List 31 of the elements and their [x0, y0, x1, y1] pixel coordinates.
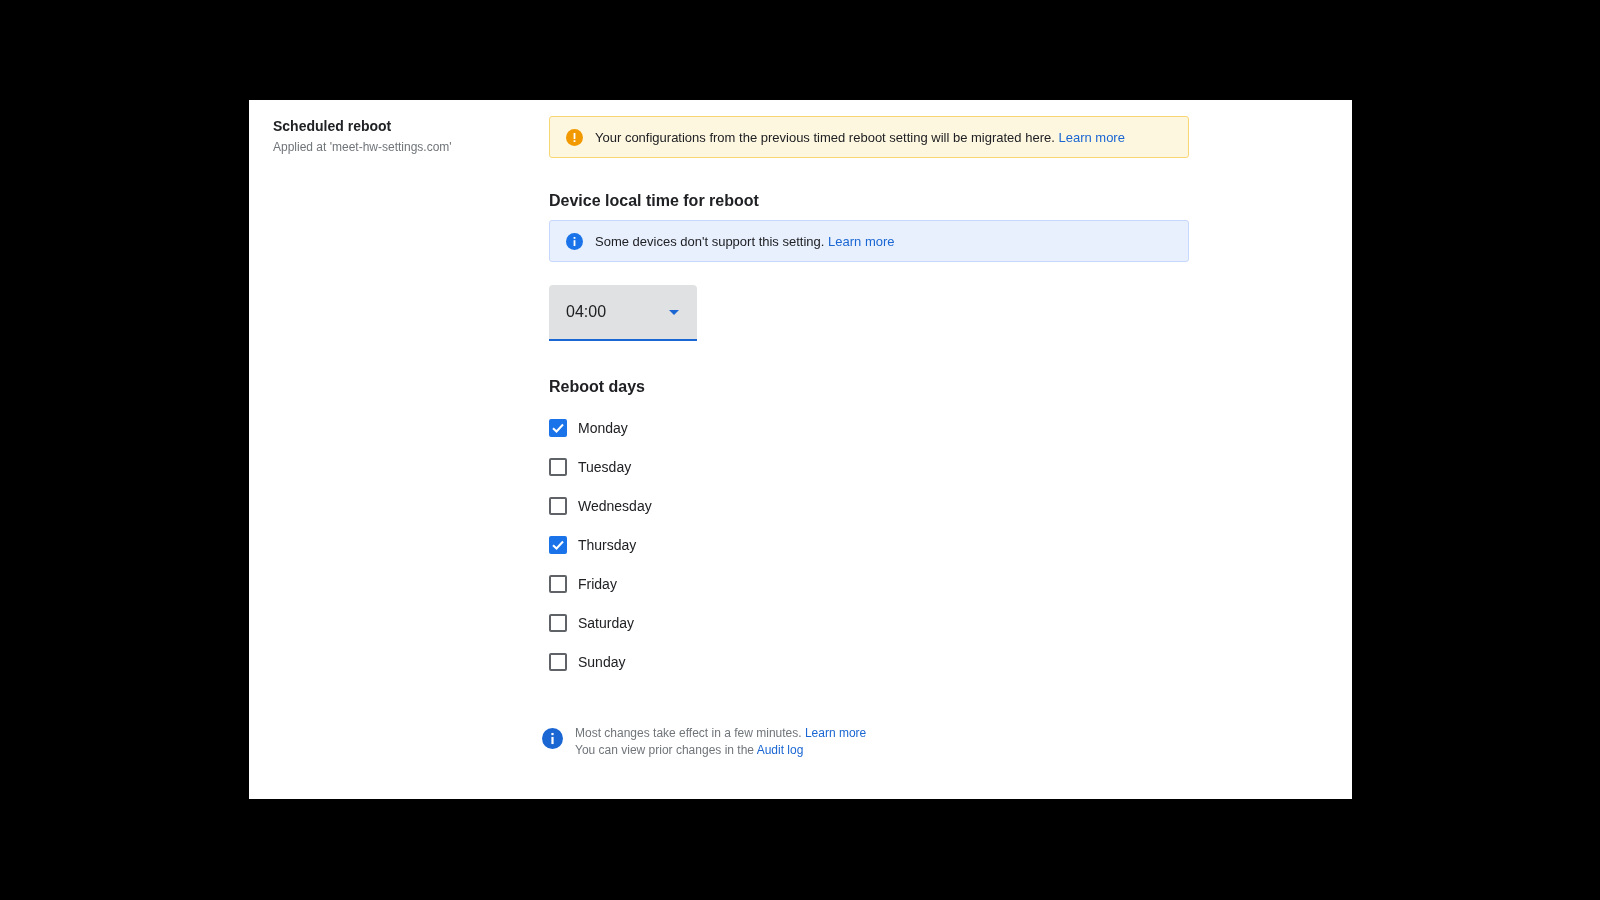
checkbox-label: Wednesday — [578, 498, 652, 514]
checkbox[interactable] — [549, 497, 567, 515]
checkbox-label: Saturday — [578, 615, 635, 631]
checkbox[interactable] — [549, 458, 567, 476]
info-icon — [542, 728, 563, 749]
footer-note: You can view prior changes in the Audit log — [575, 743, 805, 757]
checkbox[interactable] — [549, 575, 567, 593]
checkbox-label: Monday — [578, 420, 628, 436]
learn-more-link[interactable]: Learn more — [804, 726, 867, 740]
caret-icon — [669, 309, 679, 315]
checkbox[interactable] — [549, 536, 567, 554]
footer-note: Most changes take effect in a few minutes. Learn more — [575, 726, 867, 740]
audit-log-link[interactable]: Audit log — [756, 743, 804, 757]
learn-more-link[interactable]: Learn more — [1058, 129, 1125, 145]
checkbox-label: Tuesday — [578, 459, 632, 475]
checkbox-label: Sunday — [578, 654, 626, 670]
time-select[interactable]: 04:00 — [549, 285, 697, 341]
section-subtitle: Applied at 'meet-hw-settings.com' — [273, 140, 453, 154]
learn-more-link[interactable]: Learn more — [828, 233, 895, 249]
checkbox[interactable] — [549, 614, 567, 632]
section-title: Scheduled reboot — [273, 118, 393, 134]
section-heading: Reboot days — [549, 378, 646, 396]
checkbox-label: Thursday — [578, 537, 637, 553]
checkbox-label: Friday — [578, 576, 617, 592]
checkbox[interactable] — [549, 419, 567, 437]
checkbox[interactable] — [549, 653, 567, 671]
banner-message: Your configurations from the previous timed reboot setting will be migrated here. Learn more — [595, 129, 1125, 145]
section-heading: Device local time for reboot — [549, 192, 760, 210]
info-icon — [566, 232, 583, 250]
warning-icon — [566, 128, 583, 146]
banner-message: Some devices don't support this setting. Learn more — [595, 233, 895, 249]
